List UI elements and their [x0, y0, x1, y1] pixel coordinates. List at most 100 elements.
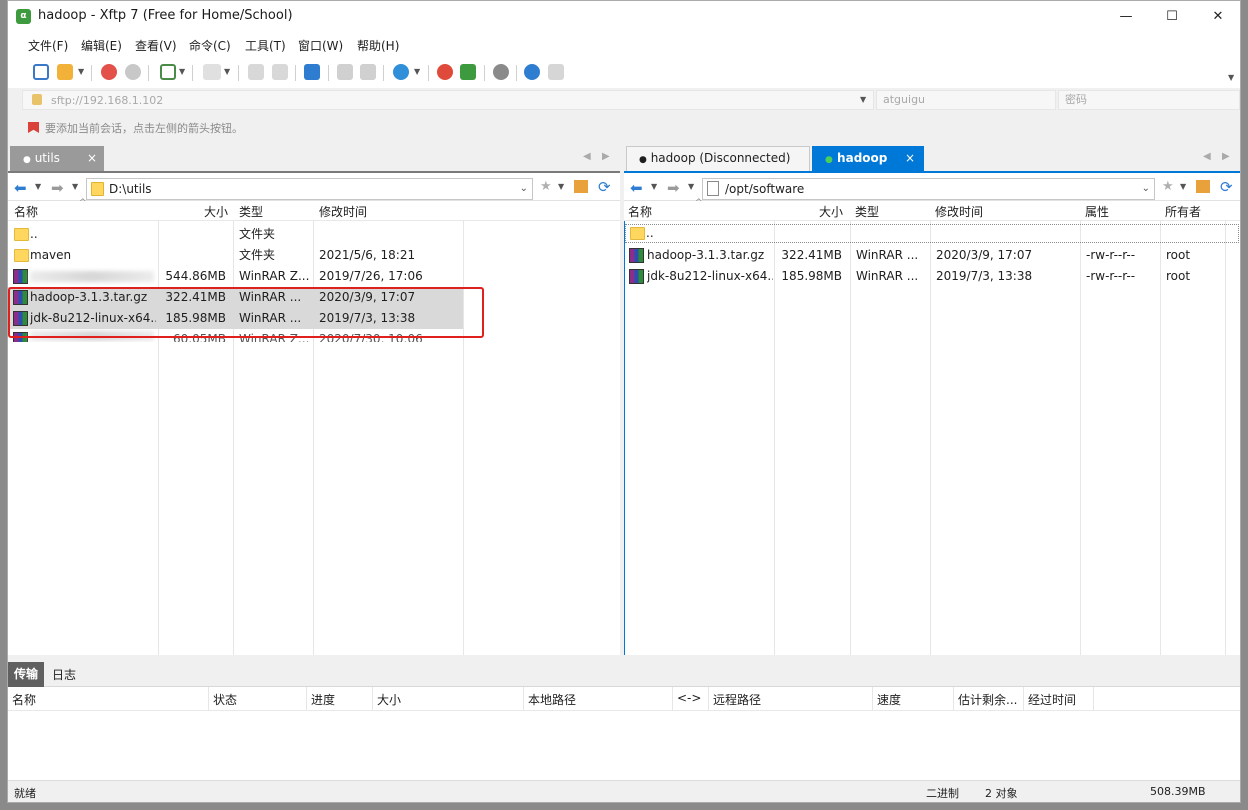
list-item[interactable]: .. — [625, 224, 1239, 243]
column-type[interactable]: 类型 — [855, 203, 879, 220]
paste-icon[interactable] — [360, 64, 376, 80]
home-icon[interactable] — [574, 180, 588, 193]
close-button[interactable]: ✕ — [1195, 1, 1240, 32]
list-item[interactable]: jdk-8u212-linux-x64... 185.98MB WinRAR .… — [625, 266, 1239, 287]
copy-icon[interactable] — [337, 64, 353, 80]
back-arrow-icon[interactable]: ⬅ — [630, 179, 643, 197]
maximize-button[interactable]: ☐ — [1149, 1, 1195, 32]
column-remote-path[interactable]: 远程路径 — [713, 691, 761, 708]
list-item[interactable]: hadoop-3.1.3.tar.gz 322.41MB WinRAR ... … — [625, 245, 1239, 266]
column-attributes[interactable]: 属性 — [1085, 203, 1109, 220]
menu-tools[interactable]: 工具(T) — [245, 37, 286, 54]
bookmark-star-icon[interactable]: ★ — [540, 179, 552, 194]
forward-arrow-icon[interactable]: ➡ — [51, 179, 64, 197]
file-size: 185.98MB — [781, 269, 842, 283]
chat-icon[interactable] — [548, 64, 564, 80]
disconnect-icon[interactable] — [101, 64, 117, 80]
column-name[interactable]: 名称 — [14, 203, 38, 220]
chevron-down-icon[interactable]: ⌄ — [1142, 179, 1150, 199]
refresh-icon[interactable]: ⟳ — [598, 178, 611, 196]
column-type[interactable]: 类型 — [239, 203, 263, 220]
menu-help[interactable]: 帮助(H) — [357, 37, 399, 54]
tab-prev-icon[interactable]: ◀ — [583, 151, 591, 162]
column-size[interactable]: 大小 — [204, 203, 228, 220]
bookmark-star-icon[interactable]: ★ — [1162, 179, 1174, 194]
file-type: WinRAR ... — [856, 248, 919, 262]
object-count: 2 对象 — [985, 787, 1018, 800]
tab-transfer[interactable]: 传输 — [8, 662, 44, 687]
username-input[interactable]: atguigu — [876, 90, 1056, 110]
column-local-path[interactable]: 本地路径 — [528, 691, 576, 708]
chevron-down-icon[interactable]: ▼ — [414, 67, 420, 76]
transfer-icon[interactable] — [304, 64, 320, 80]
tab-prev-icon[interactable]: ◀ — [1203, 151, 1211, 162]
column-size[interactable]: 大小 — [377, 691, 401, 708]
chevron-down-icon[interactable]: ▼ — [1180, 182, 1186, 191]
chevron-down-icon[interactable]: ▼ — [72, 182, 78, 191]
tab-next-icon[interactable]: ▶ — [602, 151, 610, 162]
column-elapsed[interactable]: 经过时间 — [1028, 691, 1076, 708]
column-status[interactable]: 状态 — [213, 691, 237, 708]
status-bar: 就绪 二进制 2 对象 508.39MB — [8, 780, 1240, 802]
chevron-down-icon[interactable]: ▼ — [179, 67, 185, 76]
reconnect-icon[interactable] — [125, 64, 141, 80]
column-name[interactable]: 名称 — [12, 691, 36, 708]
bookmark-icon[interactable] — [28, 122, 39, 133]
menu-file[interactable]: 文件(F) — [28, 37, 68, 54]
tab-close-icon[interactable]: × — [87, 147, 97, 170]
globe-icon[interactable] — [393, 64, 409, 80]
chevron-down-icon[interactable]: ▼ — [35, 182, 41, 191]
list-item[interactable]: 544.86MB WinRAR Z... 2019/7/26, 17:06 — [8, 266, 620, 287]
help-icon[interactable] — [524, 64, 540, 80]
column-modified[interactable]: 修改时间 — [319, 203, 367, 220]
remote-path-text: /opt/software — [725, 182, 805, 196]
chevron-down-icon[interactable]: ▼ — [224, 67, 230, 76]
file-attributes: -rw-r--r-- — [1086, 248, 1136, 262]
column-modified[interactable]: 修改时间 — [935, 203, 983, 220]
menu-edit[interactable]: 编辑(E) — [81, 37, 122, 54]
column-name[interactable]: 名称 — [628, 203, 652, 220]
xshell-icon[interactable] — [437, 64, 453, 80]
tab-log[interactable]: 日志 — [52, 666, 76, 683]
minimize-button[interactable]: — — [1103, 1, 1149, 32]
gear-icon[interactable] — [493, 64, 509, 80]
properties-icon[interactable] — [248, 64, 264, 80]
delete-icon[interactable] — [272, 64, 288, 80]
column-eta[interactable]: 估计剩余... — [958, 691, 1017, 708]
chevron-down-icon[interactable]: ▼ — [78, 67, 84, 76]
menu-command[interactable]: 命令(C) — [189, 37, 231, 54]
list-item[interactable]: .. 文件夹 — [8, 224, 620, 245]
tab-close-icon[interactable]: × — [905, 147, 915, 170]
address-input[interactable]: sftp://192.168.1.102 — [51, 94, 163, 107]
chevron-down-icon[interactable]: ▼ — [860, 95, 866, 104]
refresh-icon[interactable]: ⟳ — [1220, 178, 1233, 196]
open-folder-icon[interactable] — [57, 64, 73, 80]
column-speed[interactable]: 速度 — [877, 691, 901, 708]
new-session-icon[interactable] — [33, 64, 49, 80]
new-folder-icon[interactable] — [160, 64, 176, 80]
chevron-down-icon[interactable]: ⌄ — [520, 179, 528, 199]
tab-next-icon[interactable]: ▶ — [1222, 151, 1230, 162]
column-direction[interactable]: <-> — [677, 691, 701, 705]
preview-icon[interactable] — [203, 64, 221, 80]
xftp-icon[interactable] — [460, 64, 476, 80]
list-item[interactable]: maven 文件夹 2021/5/6, 18:21 — [8, 245, 620, 266]
password-input[interactable]: 密码 — [1058, 90, 1240, 110]
chevron-down-icon[interactable]: ▼ — [688, 182, 694, 191]
menu-view[interactable]: 查看(V) — [135, 37, 177, 54]
column-owner[interactable]: 所有者 — [1165, 203, 1201, 220]
chevron-down-icon[interactable]: ▼ — [651, 182, 657, 191]
forward-arrow-icon[interactable]: ➡ — [667, 179, 680, 197]
column-progress[interactable]: 进度 — [311, 691, 335, 708]
column-size[interactable]: 大小 — [819, 203, 843, 220]
back-arrow-icon[interactable]: ⬅ — [14, 179, 27, 197]
tab-utils[interactable]: ● utils × — [10, 146, 104, 171]
local-path-input[interactable]: D:\utils ⌄ — [86, 178, 533, 200]
chevron-down-icon[interactable]: ▼ — [558, 182, 564, 191]
home-icon[interactable] — [1196, 180, 1210, 193]
toolbar-overflow-icon[interactable]: ▼ — [1228, 73, 1234, 82]
remote-path-input[interactable]: /opt/software ⌄ — [702, 178, 1155, 200]
tab-hadoop-disconnected[interactable]: ● hadoop (Disconnected) — [626, 146, 810, 171]
menu-window[interactable]: 窗口(W) — [298, 37, 343, 54]
tab-hadoop[interactable]: ● hadoop × — [812, 146, 924, 171]
